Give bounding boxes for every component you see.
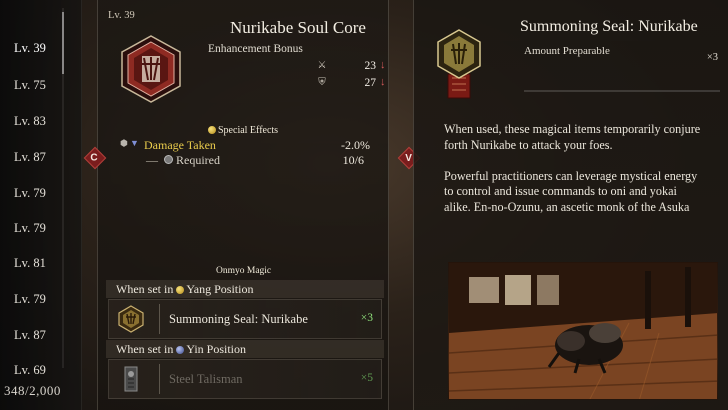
armor-icon: ⛨: [318, 77, 326, 88]
list-item[interactable]: Lv. 69: [0, 357, 66, 383]
yang-orb-icon: [176, 286, 185, 294]
summoning-seal-icon: [118, 305, 144, 333]
stat-value: 23: [364, 60, 377, 72]
divider: [159, 364, 160, 394]
key-hint-label: C: [90, 152, 98, 164]
description-paragraph: Powerful practitioners can leverage myst…: [444, 168, 698, 214]
yang-slot[interactable]: Summoning Seal: Nurikabe ×3: [108, 299, 382, 339]
effect-row[interactable]: ⬢ ▼ Damage Taken -2.0%: [108, 138, 386, 152]
required-value: 10/6: [342, 153, 364, 167]
yang-position-label: When set in Yang Position: [116, 282, 253, 297]
effect-value: -2.0%: [341, 138, 370, 152]
page-title: Nurikabe Soul Core: [230, 18, 366, 37]
arrow-down-icon: ↓: [380, 76, 386, 88]
yin-position-label: When set in Yin Position: [116, 342, 246, 357]
inventory-count: 348/2,000: [4, 383, 61, 398]
list-item[interactable]: Lv. 87: [0, 144, 66, 170]
scrollbar-thumb[interactable]: [62, 12, 64, 74]
list-item[interactable]: Lv. 81: [0, 250, 66, 276]
list-item[interactable]: Lv. 83: [0, 108, 66, 134]
hexagon-icon: ⬢: [120, 138, 128, 148]
special-effects-heading: Special Effects: [208, 125, 278, 136]
amount-preparable-label: Amount Preparable: [524, 45, 610, 57]
yin-orb-icon: [176, 346, 185, 354]
key-hint-label: V: [404, 152, 412, 164]
set-prefix: When set in: [116, 282, 174, 296]
list-item[interactable]: Lv. 75: [0, 72, 66, 98]
onmyo-magic-heading: Onmyo Magic: [216, 266, 272, 276]
slot-item-name: Steel Talisman: [169, 372, 243, 386]
amount-preparable-value: ×3: [706, 52, 718, 63]
list-item[interactable]: Lv. 79: [0, 286, 66, 312]
stat-value: 27: [364, 77, 377, 89]
effect-name: Damage Taken: [144, 138, 216, 152]
seal-detail-panel: Summoning Seal: Nurikabe Amount Preparab…: [413, 0, 728, 410]
level-list: Lv. 39 Lv. 75 Lv. 83 Lv. 87 Lv. 79 Lv. 7…: [0, 0, 82, 410]
list-item[interactable]: Lv. 39: [0, 35, 66, 61]
amount-bar: [524, 90, 720, 92]
nurikabe-preview-image: [448, 262, 718, 400]
position-name: Yang Position: [186, 282, 254, 296]
slot-item-qty: ×5: [360, 372, 373, 384]
stat-row: ⛨ 27 ↓: [316, 76, 388, 91]
slot-item-qty: ×3: [360, 312, 373, 324]
special-effects-label: Special Effects: [218, 125, 279, 136]
set-prefix: When set in: [116, 342, 174, 356]
soul-core-emblem-icon: [121, 35, 181, 103]
summoning-seal-emblem-icon: [437, 29, 481, 99]
list-item[interactable]: Lv. 87: [0, 322, 66, 348]
position-name: Yin Position: [186, 342, 247, 356]
soul-core-panel: Lv. 39 Nurikabe Soul Core Enhancement Bo…: [97, 0, 389, 410]
seal-description: When used, these magical items temporari…: [444, 122, 706, 231]
preview-scene: [449, 263, 717, 399]
core-level: Lv. 39: [108, 10, 135, 21]
sword-icon: ⚔: [317, 60, 327, 71]
dash-icon: —: [146, 153, 158, 167]
arrow-down-icon: ↓: [380, 59, 386, 71]
steel-talisman-icon: [124, 366, 138, 392]
yin-slot[interactable]: Steel Talisman ×5: [108, 359, 382, 399]
divider: [159, 304, 160, 334]
slot-item-name: Summoning Seal: Nurikabe: [169, 312, 308, 326]
list-item[interactable]: Lv. 79: [0, 215, 66, 241]
stat-row: ⚔ 23 ↓: [316, 59, 388, 74]
enhancement-bonus-label: Enhancement Bonus: [208, 43, 303, 55]
triangle-down-icon: ▼: [130, 138, 139, 148]
description-paragraph: When used, these magical items temporari…: [444, 122, 701, 152]
required-label: Required: [176, 153, 220, 167]
requirement-icon: [164, 155, 173, 164]
required-row: — Required 10/6: [108, 153, 386, 167]
seal-title: Summoning Seal: Nurikabe: [520, 18, 698, 35]
list-item[interactable]: Lv. 79: [0, 180, 66, 206]
yang-orb-icon: [208, 126, 216, 134]
